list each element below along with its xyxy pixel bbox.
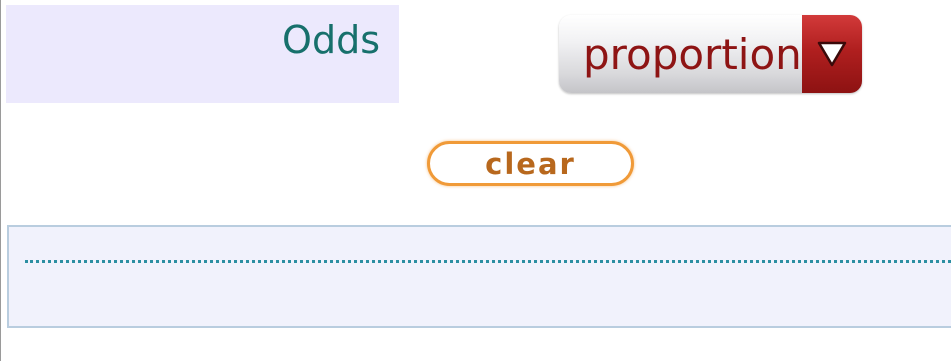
triangle-down-icon	[817, 41, 847, 67]
dropdown-toggle[interactable]	[802, 15, 862, 93]
dotted-separator	[25, 260, 951, 263]
clear-button[interactable]: clear	[427, 141, 634, 186]
dropdown-selected-value: proportion	[583, 30, 802, 79]
odds-label: Odds	[282, 18, 380, 62]
measure-dropdown[interactable]: proportion	[559, 15, 862, 93]
clear-button-label: clear	[485, 147, 576, 181]
frame-border	[0, 0, 1, 361]
odds-label-panel: Odds	[6, 5, 399, 103]
output-panel	[7, 225, 951, 328]
